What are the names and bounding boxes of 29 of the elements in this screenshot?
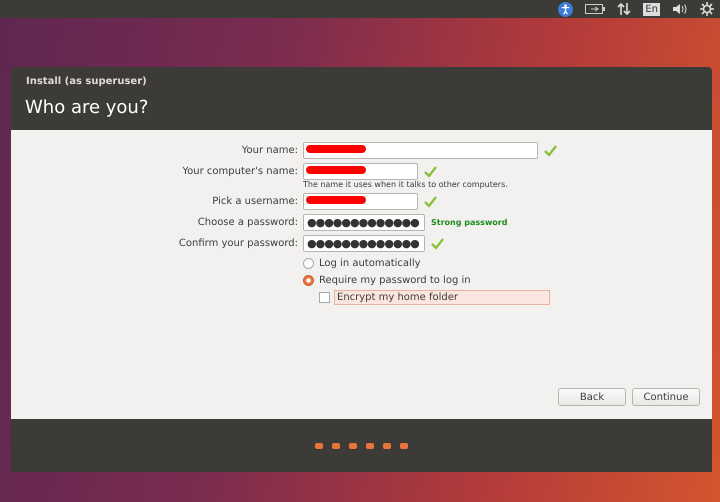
network-arrows-icon[interactable] bbox=[617, 2, 632, 16]
checkbox-label[interactable]: Encrypt my home folder bbox=[334, 290, 550, 305]
field-hint: The name it uses when it talks to other computers. bbox=[303, 180, 509, 189]
keyboard-layout-indicator[interactable]: En bbox=[643, 2, 660, 16]
page-heading: Who are you? bbox=[25, 97, 148, 118]
window-title: Install (as superuser) bbox=[26, 76, 147, 87]
volume-icon[interactable] bbox=[672, 3, 688, 15]
radio-button[interactable] bbox=[303, 274, 314, 286]
checkbox[interactable] bbox=[319, 292, 330, 303]
field-label: Choose a password: bbox=[196, 217, 298, 228]
field-label: Pick a username: bbox=[211, 196, 298, 207]
radio-option[interactable]: Log in automatically bbox=[303, 256, 712, 270]
radio-button[interactable] bbox=[303, 258, 314, 268]
field-label: Confirm your password: bbox=[178, 238, 298, 249]
settings-icon[interactable] bbox=[700, 2, 714, 16]
dialog-button[interactable]: Back bbox=[558, 388, 626, 406]
accessibility-icon[interactable] bbox=[558, 2, 574, 16]
field-label: Your name: bbox=[240, 145, 298, 156]
password-field[interactable]: ●●●●●●●●●●●●● bbox=[303, 214, 425, 231]
input-field[interactable] bbox=[303, 193, 418, 210]
input-field[interactable] bbox=[303, 142, 538, 159]
password-strength: Strong password bbox=[431, 218, 508, 227]
dialog-button[interactable]: Continue bbox=[632, 388, 700, 406]
battery-icon[interactable] bbox=[585, 4, 606, 14]
password-field[interactable]: ●●●●●●●●●●●●● bbox=[303, 235, 425, 252]
field-label: Your computer's name: bbox=[181, 166, 298, 177]
input-field[interactable] bbox=[303, 163, 418, 180]
progress-dots-icon bbox=[314, 442, 408, 448]
radio-option[interactable]: Require my password to log in bbox=[303, 273, 712, 287]
